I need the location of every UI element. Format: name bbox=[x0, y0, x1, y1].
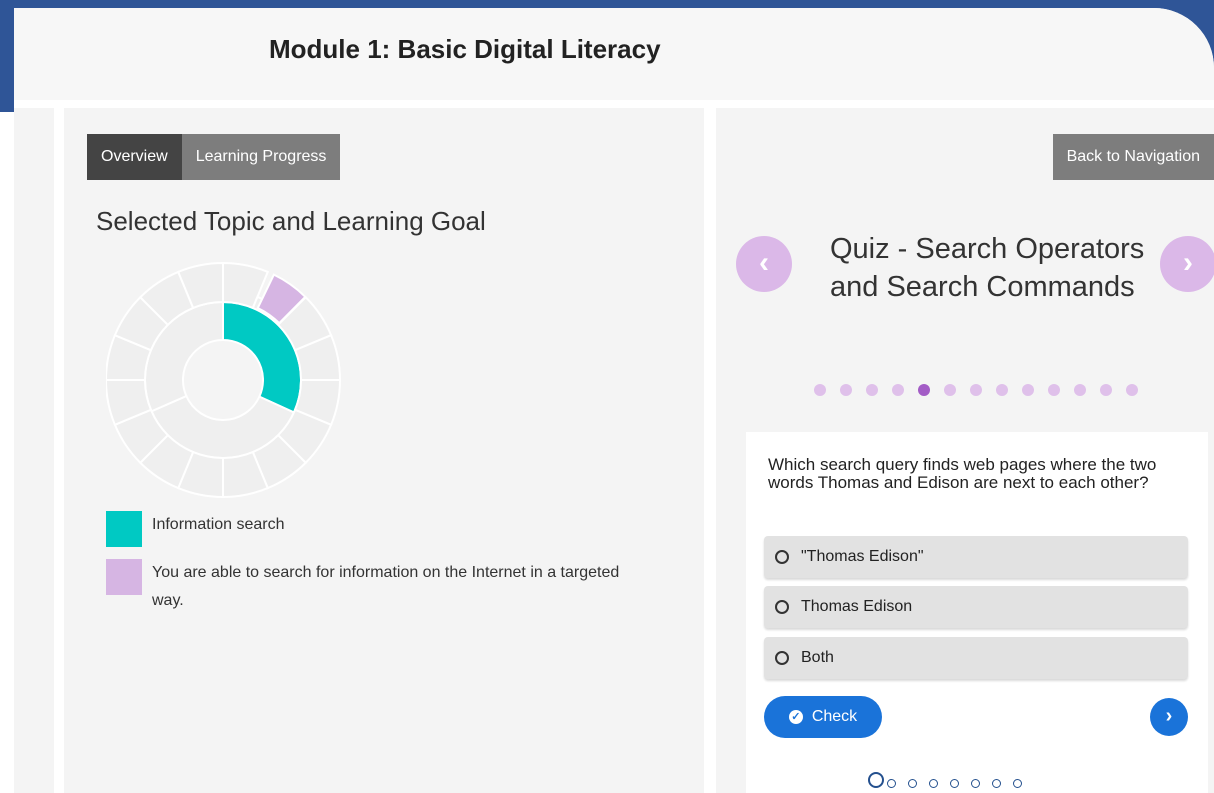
chevron-left-icon[interactable]: ‹ bbox=[736, 236, 792, 292]
question-dot[interactable] bbox=[950, 779, 959, 788]
slide-dot[interactable] bbox=[970, 384, 982, 396]
slide-dot[interactable] bbox=[814, 384, 826, 396]
answer-option-1[interactable]: "Thomas Edison" bbox=[764, 536, 1188, 578]
slide-dot[interactable] bbox=[866, 384, 878, 396]
legend-item-topic: Information search bbox=[106, 511, 622, 547]
checkmark-icon: ✓ bbox=[788, 710, 803, 724]
app-window: Module 1: Basic Digital Literacy Overvie… bbox=[14, 8, 1214, 793]
slide-pagination bbox=[814, 384, 1152, 396]
question-dot[interactable] bbox=[868, 772, 884, 788]
slide-dot[interactable] bbox=[1048, 384, 1060, 396]
tab-learning-progress[interactable]: Learning Progress bbox=[181, 134, 341, 180]
question-dot[interactable] bbox=[887, 779, 896, 788]
tab-overview[interactable]: Overview bbox=[87, 134, 182, 180]
legend-label-goal: You are able to search for information o… bbox=[152, 564, 620, 609]
back-to-navigation-button[interactable]: Back to Navigation bbox=[1052, 134, 1214, 180]
tab-bar: Overview Learning Progress bbox=[87, 134, 341, 180]
answer-label: "Thomas Edison" bbox=[801, 548, 924, 565]
legend-swatch-purple bbox=[106, 559, 142, 595]
legend-label-topic: Information search bbox=[152, 516, 285, 533]
radio-icon[interactable] bbox=[775, 600, 789, 614]
slide-dot[interactable] bbox=[892, 384, 904, 396]
outer-frame-strip bbox=[0, 0, 14, 793]
slide-dot[interactable] bbox=[918, 384, 930, 396]
page-title: Module 1: Basic Digital Literacy bbox=[269, 34, 661, 64]
slide-dot[interactable] bbox=[1100, 384, 1112, 396]
legend-item-goal: You are able to search for information o… bbox=[106, 559, 622, 615]
radio-icon[interactable] bbox=[775, 651, 789, 665]
topic-sunburst-chart bbox=[106, 261, 342, 499]
panel-heading: Selected Topic and Learning Goal bbox=[96, 206, 486, 236]
sunburst-segments bbox=[106, 261, 342, 499]
question-card: Which search query finds web pages where… bbox=[746, 432, 1208, 793]
radio-icon[interactable] bbox=[775, 550, 789, 564]
answer-option-3[interactable]: Both bbox=[764, 637, 1188, 679]
slide-dot[interactable] bbox=[1022, 384, 1034, 396]
question-dot[interactable] bbox=[929, 779, 938, 788]
quiz-title: Quiz - Search Operators and Search Comma… bbox=[830, 233, 1145, 303]
question-text: Which search query finds web pages where… bbox=[768, 455, 1157, 492]
question-dot[interactable] bbox=[908, 779, 917, 788]
slide-dot[interactable] bbox=[944, 384, 956, 396]
question-dot[interactable] bbox=[1013, 779, 1022, 788]
answer-option-2[interactable]: Thomas Edison bbox=[764, 586, 1188, 628]
answer-label: Both bbox=[801, 649, 834, 666]
check-button[interactable]: ✓ Check bbox=[764, 696, 882, 738]
slide-dot[interactable] bbox=[840, 384, 852, 396]
question-pagination bbox=[868, 772, 1034, 788]
answer-label: Thomas Edison bbox=[801, 598, 913, 615]
overview-panel: Overview Learning Progress Selected Topi… bbox=[64, 108, 704, 793]
page-header: Module 1: Basic Digital Literacy bbox=[14, 8, 1214, 100]
slide-dot[interactable] bbox=[1074, 384, 1086, 396]
chevron-right-icon[interactable]: › bbox=[1160, 236, 1214, 292]
question-dot[interactable] bbox=[971, 779, 980, 788]
next-question-icon[interactable]: › bbox=[1150, 698, 1188, 736]
slide-dot[interactable] bbox=[996, 384, 1008, 396]
check-button-label: Check bbox=[811, 708, 858, 725]
left-gutter bbox=[14, 108, 54, 793]
legend-swatch-teal bbox=[106, 511, 142, 547]
slide-dot[interactable] bbox=[1126, 384, 1138, 396]
quiz-panel: Back to Navigation ‹ Quiz - Search Opera… bbox=[716, 108, 1214, 793]
question-dot[interactable] bbox=[992, 779, 1001, 788]
